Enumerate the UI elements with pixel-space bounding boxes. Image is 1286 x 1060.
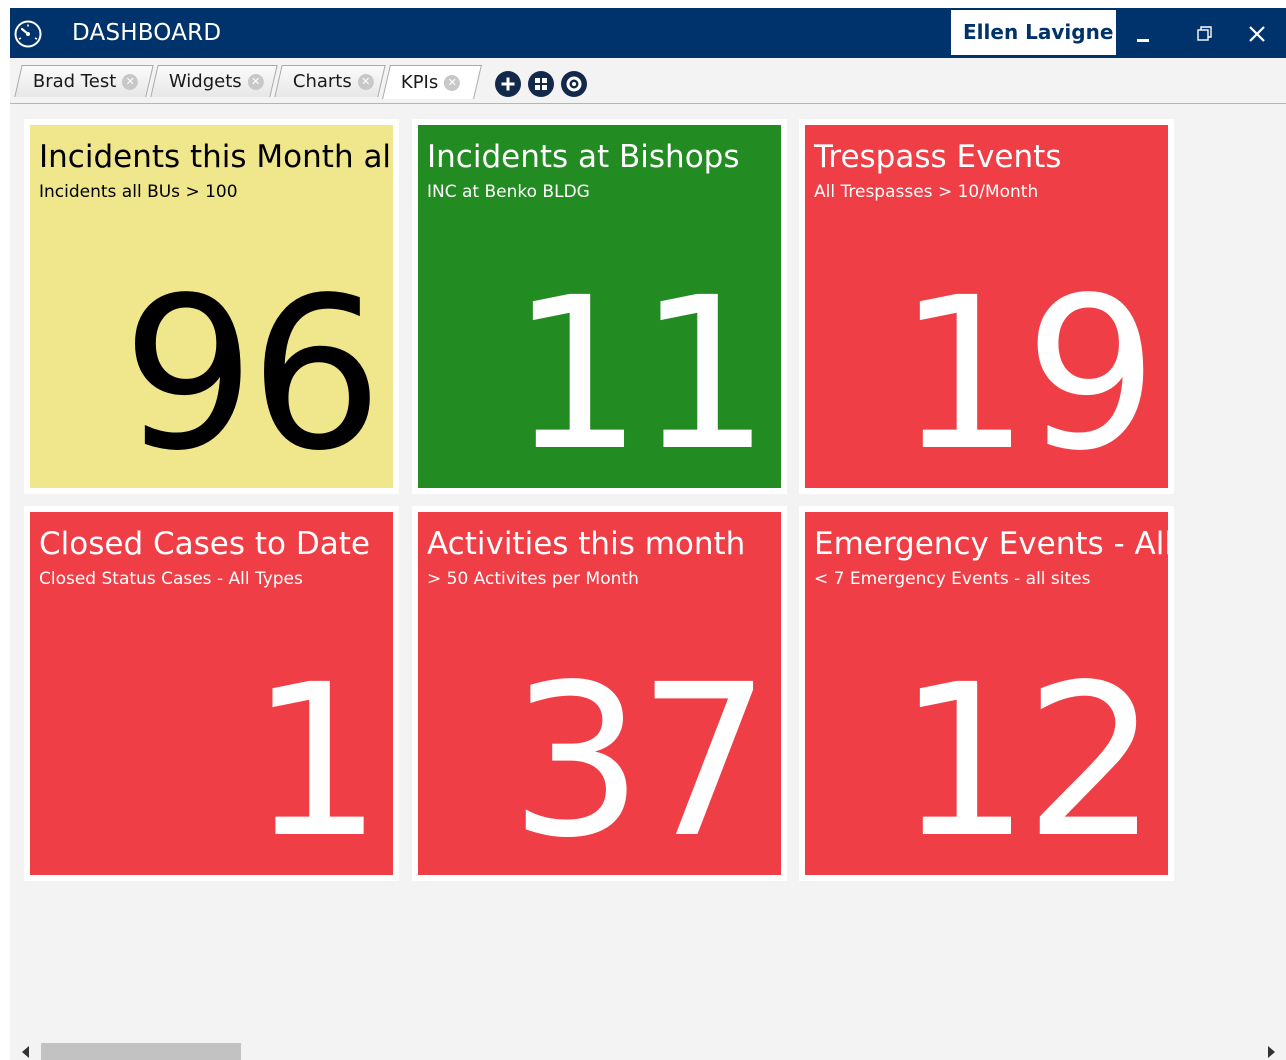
app-window: DASHBOARD Ellen Lavigne Brad Test ✕ Widg… xyxy=(10,8,1286,1060)
tile-face: Incidents at Bishops INC at Benko BLDG 1… xyxy=(418,125,781,488)
user-name[interactable]: Ellen Lavigne xyxy=(951,10,1116,55)
tab-widgets[interactable]: Widgets ✕ xyxy=(150,65,278,97)
tile-value: 11 xyxy=(509,252,771,488)
tile-face: Emergency Events - All < 7 Emergency Eve… xyxy=(805,512,1168,875)
tile-value: 19 xyxy=(896,252,1158,488)
tile-title: Incidents at Bishops xyxy=(427,139,740,175)
tile-value: 37 xyxy=(509,639,771,875)
tab-close-icon[interactable]: ✕ xyxy=(444,74,461,91)
kpi-tile-incidents-bishops[interactable]: Incidents at Bishops INC at Benko BLDG 1… xyxy=(412,119,787,494)
kpi-tile-trespass[interactable]: Trespass Events All Trespasses > 10/Mont… xyxy=(799,119,1174,494)
tab-close-icon[interactable]: ✕ xyxy=(357,73,374,90)
scrollbar-thumb[interactable] xyxy=(41,1043,241,1060)
tile-title: Trespass Events xyxy=(814,139,1062,175)
tile-title: Activities this month xyxy=(427,526,746,562)
tab-close-icon[interactable]: ✕ xyxy=(247,73,264,90)
tile-subtitle: > 50 Activites per Month xyxy=(427,569,639,589)
scroll-right-arrow-icon[interactable] xyxy=(1268,1046,1275,1058)
tile-face: Activities this month > 50 Activites per… xyxy=(418,512,781,875)
layout-icon xyxy=(535,78,547,90)
kpi-tile-activities[interactable]: Activities this month > 50 Activites per… xyxy=(412,506,787,881)
restore-button[interactable] xyxy=(1182,8,1228,58)
tile-title: Incidents this Month all xyxy=(39,139,393,175)
settings-icon xyxy=(566,76,582,92)
tab-label: Brad Test xyxy=(32,71,117,92)
tile-subtitle: INC at Benko BLDG xyxy=(427,182,590,202)
add-tab-button[interactable] xyxy=(495,71,521,97)
tile-subtitle: All Trespasses > 10/Month xyxy=(814,182,1039,202)
close-icon xyxy=(1249,26,1265,42)
tile-face: Trespass Events All Trespasses > 10/Mont… xyxy=(805,125,1168,488)
tile-face: Closed Cases to Date Closed Status Cases… xyxy=(30,512,393,875)
tab-label: Charts xyxy=(292,71,352,92)
close-button[interactable] xyxy=(1235,8,1281,58)
tile-value: 96 xyxy=(121,252,383,488)
layout-button[interactable] xyxy=(528,71,554,97)
tile-subtitle: < 7 Emergency Events - all sites xyxy=(814,569,1091,589)
kpi-tile-emergency[interactable]: Emergency Events - All < 7 Emergency Eve… xyxy=(799,506,1174,881)
add-icon xyxy=(501,77,515,91)
tile-title: Closed Cases to Date xyxy=(39,526,370,562)
kpi-tile-incidents-month[interactable]: Incidents this Month all Incidents all B… xyxy=(24,119,399,494)
restore-icon xyxy=(1197,26,1212,41)
tile-value: 1 xyxy=(249,639,383,875)
scroll-left-arrow-icon[interactable] xyxy=(22,1046,29,1058)
tile-subtitle: Incidents all BUs > 100 xyxy=(39,182,238,202)
tab-brad-test[interactable]: Brad Test ✕ xyxy=(14,65,154,97)
tab-label: KPIs xyxy=(400,72,439,93)
kpi-grid: Incidents this Month all Incidents all B… xyxy=(10,105,1286,1041)
minimize-button[interactable] xyxy=(1123,8,1169,58)
tab-strip: Brad Test ✕ Widgets ✕ Charts ✕ KPIs ✕ xyxy=(10,58,1286,104)
tile-value: 12 xyxy=(896,639,1158,875)
tile-face: Incidents this Month all Incidents all B… xyxy=(30,125,393,488)
tab-label: Widgets xyxy=(168,71,242,92)
tab-close-icon[interactable]: ✕ xyxy=(122,73,139,90)
title-bar: DASHBOARD Ellen Lavigne xyxy=(10,8,1286,58)
tile-subtitle: Closed Status Cases - All Types xyxy=(39,569,303,589)
kpi-tile-closed-cases[interactable]: Closed Cases to Date Closed Status Cases… xyxy=(24,506,399,881)
tab-charts[interactable]: Charts ✕ xyxy=(274,65,386,97)
app-title: DASHBOARD xyxy=(72,20,222,46)
settings-button[interactable] xyxy=(561,71,587,97)
tab-kpis[interactable]: KPIs ✕ xyxy=(382,65,482,99)
tile-title: Emergency Events - All xyxy=(814,526,1168,562)
speedometer-icon xyxy=(14,20,42,48)
horizontal-scrollbar[interactable] xyxy=(10,1041,1286,1060)
